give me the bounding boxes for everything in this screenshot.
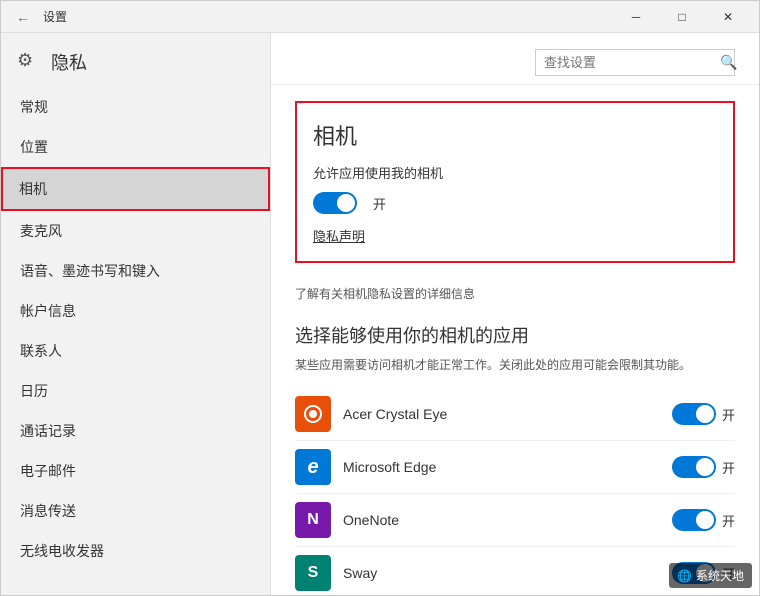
- sidebar-item-contacts[interactable]: 联系人: [1, 331, 270, 371]
- search-icon: 🔍: [720, 54, 737, 71]
- gear-icon: ⚙: [17, 50, 41, 74]
- edge-toggle[interactable]: [672, 456, 716, 478]
- watermark: 🌐 系统天地: [669, 563, 752, 588]
- sidebar-item-camera[interactable]: 相机: [1, 167, 270, 211]
- acer-toggle[interactable]: [672, 403, 716, 425]
- camera-toggle-row: 开: [313, 192, 717, 214]
- acer-toggle-label: 开: [722, 405, 735, 424]
- edge-toggle-label: 开: [722, 458, 735, 477]
- watermark-text: 系统天地: [696, 567, 744, 584]
- sidebar: ⚙ 隐私 常规 位置 相机 麦克风 语音、墨迹书写和键入: [1, 33, 271, 595]
- camera-detail-link[interactable]: 了解有关相机隐私设置的详细信息: [271, 279, 759, 314]
- apps-description: 某些应用需要访问相机才能正常工作。关闭此处的应用可能会限制其功能。: [295, 356, 735, 374]
- camera-title: 相机: [313, 119, 717, 151]
- main-content: ⚙ 隐私 常规 位置 相机 麦克风 语音、墨迹书写和键入: [1, 33, 759, 595]
- sidebar-item-location[interactable]: 位置: [1, 127, 270, 167]
- sidebar-header: ⚙ 隐私: [1, 33, 270, 87]
- window-controls: ─ □ ✕: [613, 1, 751, 33]
- apps-section: 选择能够使用你的相机的应用 某些应用需要访问相机才能正常工作。关闭此处的应用可能…: [271, 314, 759, 595]
- edge-icon: e: [295, 449, 331, 485]
- privacy-link[interactable]: 隐私声明: [313, 226, 717, 245]
- back-button[interactable]: ←: [9, 3, 37, 31]
- onenote-icon: N: [295, 502, 331, 538]
- camera-section: 相机 允许应用使用我的相机 开 隐私声明: [295, 101, 735, 263]
- app-row-edge: e Microsoft Edge 开: [295, 441, 735, 494]
- camera-allow-label: 允许应用使用我的相机: [313, 163, 717, 182]
- search-box[interactable]: 🔍: [535, 49, 735, 76]
- onenote-toggle-label: 开: [722, 511, 735, 530]
- apps-title: 选择能够使用你的相机的应用: [295, 322, 735, 348]
- close-button[interactable]: ✕: [705, 1, 751, 33]
- acer-icon: [295, 396, 331, 432]
- sidebar-title: 隐私: [51, 49, 87, 75]
- sidebar-item-email[interactable]: 电子邮件: [1, 451, 270, 491]
- sidebar-item-microphone[interactable]: 麦克风: [1, 211, 270, 251]
- title-bar: ← 设置 ─ □ ✕: [1, 1, 759, 33]
- sidebar-item-account[interactable]: 帐户信息: [1, 291, 270, 331]
- sidebar-item-calendar[interactable]: 日历: [1, 371, 270, 411]
- sidebar-item-messaging[interactable]: 消息传送: [1, 491, 270, 531]
- edge-app-name: Microsoft Edge: [343, 459, 672, 475]
- watermark-globe-icon: 🌐: [677, 569, 692, 583]
- search-input[interactable]: [544, 55, 720, 70]
- app-row-onenote: N OneNote 开: [295, 494, 735, 547]
- camera-toggle-label: 开: [373, 194, 386, 213]
- camera-toggle[interactable]: [313, 192, 357, 214]
- right-content: 🔍 相机 允许应用使用我的相机 开 隐私声明 了解有关相机隐私设置的详细信息 选…: [271, 33, 759, 595]
- right-header: 🔍: [271, 33, 759, 85]
- sidebar-item-speech[interactable]: 语音、墨迹书写和键入: [1, 251, 270, 291]
- maximize-button[interactable]: □: [659, 1, 705, 33]
- sidebar-nav: 常规 位置 相机 麦克风 语音、墨迹书写和键入 帐户信息 联系人: [1, 87, 270, 571]
- window-title: 设置: [43, 8, 613, 25]
- minimize-button[interactable]: ─: [613, 1, 659, 33]
- sway-app-name: Sway: [343, 565, 672, 581]
- onenote-toggle[interactable]: [672, 509, 716, 531]
- sway-icon: S: [295, 555, 331, 591]
- sidebar-item-calllog[interactable]: 通话记录: [1, 411, 270, 451]
- sidebar-item-general[interactable]: 常规: [1, 87, 270, 127]
- sidebar-item-radio[interactable]: 无线电收发器: [1, 531, 270, 571]
- app-row-acer: Acer Crystal Eye 开: [295, 388, 735, 441]
- settings-window: ← 设置 ─ □ ✕ ⚙ 隐私 常规 位置 相机: [0, 0, 760, 596]
- acer-app-name: Acer Crystal Eye: [343, 406, 672, 422]
- onenote-app-name: OneNote: [343, 512, 672, 528]
